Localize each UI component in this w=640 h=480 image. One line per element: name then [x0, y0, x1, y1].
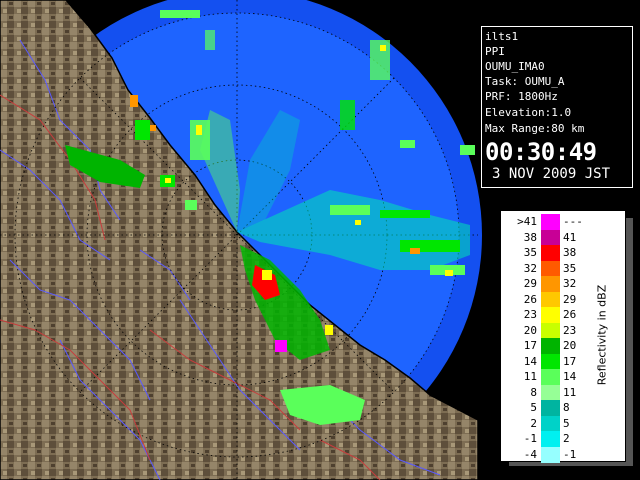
- legend-color-swatch: [541, 291, 560, 308]
- legend-color-swatch: [541, 369, 560, 385]
- legend-color-swatch: [541, 338, 560, 354]
- legend-color-swatch: [541, 353, 560, 370]
- legend-low-value: 2: [530, 416, 537, 430]
- legend-row: 11 14: [501, 369, 601, 385]
- max-range-value: Max Range:80 km: [485, 122, 585, 135]
- legend-low-value: 23: [523, 308, 537, 321]
- legend-low-value: 26: [523, 292, 537, 306]
- legend-low-value: 38: [523, 230, 537, 244]
- legend-high-value: ---: [563, 215, 583, 228]
- scan-type: PPI: [485, 45, 505, 58]
- legend-row: >41 ---: [501, 214, 601, 230]
- legend-color-swatch: [541, 229, 560, 246]
- legend-row: 32 35: [501, 260, 601, 277]
- legend-high-value: 17: [563, 354, 577, 368]
- legend-row: 8 11: [501, 384, 601, 401]
- legend-color-swatch: [541, 415, 560, 432]
- reflectivity-legend: >41 --- 38 41 35 38 32 35 29 32 26 29 23 26 20 23 17 20 14…: [500, 210, 626, 463]
- legend-low-value: 17: [523, 339, 537, 352]
- legend-high-value: 20: [563, 339, 577, 352]
- legend-color-swatch: [541, 260, 560, 277]
- legend-high-value: 8: [563, 401, 570, 414]
- legend-low-value: -4: [523, 447, 537, 461]
- legend-color-swatch: [541, 446, 560, 463]
- legend-row: 14 17: [501, 353, 601, 370]
- radar-info-panel: ilts1 PPI OUMU_IMA0 Task: OUMU_A PRF: 18…: [481, 26, 633, 188]
- legend-high-value: 11: [563, 385, 577, 399]
- elevation-value: Elevation:1.0: [485, 106, 572, 119]
- legend-color-swatch: [541, 245, 560, 261]
- scan-time: 00:30:49: [485, 138, 597, 166]
- legend-row: 25: [501, 415, 601, 432]
- legend-high-value: 2: [563, 432, 570, 445]
- legend-high-value: 26: [563, 308, 577, 321]
- legend-color-swatch: [541, 322, 560, 339]
- task-name: Task: OUMU_A: [485, 75, 565, 88]
- legend-high-value: 41: [563, 230, 577, 244]
- legend-low-value: 5: [530, 401, 537, 414]
- legend-row: -1 2: [501, 431, 601, 447]
- legend-row: 38 41: [501, 229, 601, 246]
- legend-row: 35 38: [501, 245, 601, 261]
- prf-value: PRF: 1800Hz: [485, 90, 558, 103]
- legend-low-value: >41: [517, 215, 537, 228]
- legend-row: 26 29: [501, 291, 601, 308]
- legend-color-swatch: [541, 400, 560, 416]
- legend-row: 20 23: [501, 322, 601, 339]
- legend-low-value: 8: [530, 385, 537, 399]
- legend-low-value: -1: [523, 432, 537, 445]
- legend-low-value: 32: [523, 261, 537, 275]
- legend-color-swatch: [541, 307, 560, 323]
- legend-low-value: 14: [523, 354, 537, 368]
- legend-row: 58: [501, 400, 601, 416]
- file-name: OUMU_IMA0: [485, 60, 545, 73]
- scan-date: 3 NOV 2009 JST: [492, 166, 611, 182]
- legend-low-value: 11: [523, 370, 537, 383]
- legend-high-value: 38: [563, 246, 577, 259]
- legend-row: 29 32: [501, 276, 601, 292]
- legend-high-value: 29: [563, 292, 577, 306]
- legend-color-swatch: [541, 384, 560, 401]
- legend-low-value: 35: [523, 246, 537, 259]
- legend-high-value: 32: [563, 277, 577, 290]
- legend-high-value: -1: [563, 447, 577, 461]
- legend-high-value: 35: [563, 261, 577, 275]
- legend-row: 23 26: [501, 307, 601, 323]
- legend-high-value: 5: [563, 416, 570, 430]
- legend-high-value: 23: [563, 323, 577, 337]
- legend-row: 17 20: [501, 338, 601, 354]
- radar-id: ilts1: [485, 30, 519, 43]
- legend-color-swatch: [541, 276, 560, 292]
- legend-low-value: 29: [523, 277, 537, 290]
- legend-color-swatch: [541, 214, 560, 230]
- legend-row: -4 -1: [501, 446, 601, 463]
- legend-title-text: Reflectivity in dBZ: [595, 284, 609, 386]
- legend-color-swatch: [541, 431, 560, 447]
- legend-high-value: 14: [563, 370, 577, 383]
- legend-low-value: 20: [523, 323, 537, 337]
